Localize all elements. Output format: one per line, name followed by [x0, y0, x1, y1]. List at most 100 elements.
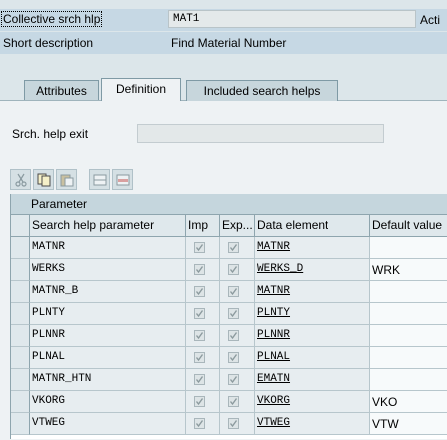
header-row-search-help: Collective srch hlp MAT1 Acti: [0, 9, 447, 31]
search-help-parameter-cell[interactable]: PLNAL: [30, 347, 186, 369]
search-help-parameter-cell[interactable]: MATNR_B: [30, 281, 186, 303]
row-selector[interactable]: [11, 325, 30, 347]
search-help-parameter-cell[interactable]: PLNNR: [30, 325, 186, 347]
data-element-link[interactable]: PLNAL: [257, 351, 290, 363]
imp-checkbox[interactable]: [194, 308, 205, 319]
default-value-cell[interactable]: [370, 347, 447, 369]
search-help-parameter-value: VKORG: [32, 395, 66, 407]
imp-checkbox[interactable]: [194, 352, 205, 363]
default-value-text: WRK: [372, 263, 400, 277]
exp-checkbox[interactable]: [228, 308, 239, 319]
data-element-link[interactable]: VKORG: [257, 395, 290, 407]
imp-checkbox[interactable]: [194, 330, 205, 341]
data-element-cell[interactable]: MATNR: [255, 281, 370, 303]
table-row: WERKS WERKS_D WRK: [11, 259, 447, 281]
tab-attributes[interactable]: Attributes: [24, 80, 99, 101]
select-all-column-header[interactable]: [11, 215, 30, 236]
default-value-cell[interactable]: VTW: [370, 413, 447, 435]
imp-checkbox[interactable]: [194, 242, 205, 253]
data-element-cell[interactable]: WERKS_D: [255, 259, 370, 281]
imp-cell: [186, 237, 220, 259]
exp-checkbox[interactable]: [228, 330, 239, 341]
search-help-parameter-cell[interactable]: MATNR: [30, 237, 186, 259]
data-element-cell[interactable]: VKORG: [255, 391, 370, 413]
data-element-cell[interactable]: MATNR: [255, 237, 370, 259]
default-value-cell[interactable]: VKO: [370, 391, 447, 413]
default-value-cell[interactable]: [370, 325, 447, 347]
row-selector[interactable]: [11, 237, 30, 259]
search-help-parameter-cell[interactable]: VKORG: [30, 391, 186, 413]
search-help-parameter-cell[interactable]: VTWEG: [30, 413, 186, 435]
imp-checkbox[interactable]: [194, 286, 205, 297]
column-header-search-help-parameter[interactable]: Search help parameter: [30, 215, 186, 236]
data-element-link[interactable]: PLNTY: [257, 307, 290, 319]
search-help-parameter-cell[interactable]: PLNTY: [30, 303, 186, 325]
delete-row-icon: [116, 174, 130, 186]
data-element-link[interactable]: PLNNR: [257, 329, 290, 341]
column-header-default-value[interactable]: Default value: [370, 215, 447, 236]
header-row-short-description: Short description Find Material Number: [0, 32, 447, 54]
cut-button[interactable]: [10, 169, 31, 190]
delete-row-button[interactable]: [112, 169, 133, 190]
default-value-cell[interactable]: [370, 303, 447, 325]
row-selector[interactable]: [11, 347, 30, 369]
data-element-link[interactable]: WERKS_D: [257, 263, 303, 275]
collective-search-help-field[interactable]: MAT1: [168, 10, 416, 28]
tab-attributes-label: Attributes: [36, 84, 87, 98]
parameter-group-header: Parameter: [11, 194, 447, 215]
default-value-cell[interactable]: [370, 237, 447, 259]
row-selector[interactable]: [11, 369, 30, 391]
short-description-value: Find Material Number: [171, 36, 287, 50]
exp-checkbox[interactable]: [228, 242, 239, 253]
tab-included-search-helps[interactable]: Included search helps: [186, 80, 338, 101]
paste-button[interactable]: [56, 169, 77, 190]
exp-checkbox[interactable]: [228, 352, 239, 363]
data-element-cell[interactable]: EMATN: [255, 369, 370, 391]
search-help-parameter-cell[interactable]: MATNR_HTN: [30, 369, 186, 391]
row-selector[interactable]: [11, 413, 30, 435]
exp-checkbox[interactable]: [228, 396, 239, 407]
default-value-cell[interactable]: WRK: [370, 259, 447, 281]
imp-cell: [186, 281, 220, 303]
row-selector[interactable]: [11, 391, 30, 413]
search-help-exit-input[interactable]: [137, 124, 384, 143]
imp-checkbox[interactable]: [194, 396, 205, 407]
insert-row-button[interactable]: [89, 169, 110, 190]
default-value-cell[interactable]: [370, 369, 447, 391]
row-selector[interactable]: [11, 259, 30, 281]
default-value-text: VTW: [372, 417, 399, 431]
data-element-cell[interactable]: PLNTY: [255, 303, 370, 325]
tab-definition[interactable]: Definition: [101, 78, 181, 101]
default-value-text: VKO: [372, 395, 398, 409]
imp-checkbox[interactable]: [194, 264, 205, 275]
data-element-link[interactable]: MATNR: [257, 285, 290, 297]
column-header-exp[interactable]: Exp...: [220, 215, 255, 236]
search-help-parameter-cell[interactable]: WERKS: [30, 259, 186, 281]
exp-checkbox[interactable]: [228, 264, 239, 275]
exp-checkbox[interactable]: [228, 374, 239, 385]
short-description-label: Short description: [3, 36, 94, 50]
imp-checkbox[interactable]: [194, 418, 205, 429]
insert-row-icon: [93, 174, 107, 186]
exp-checkbox[interactable]: [228, 286, 239, 297]
column-header-imp[interactable]: Imp: [186, 215, 220, 236]
data-element-cell[interactable]: VTWEG: [255, 413, 370, 435]
default-value-cell[interactable]: [370, 281, 447, 303]
data-element-link[interactable]: VTWEG: [257, 417, 290, 429]
table-row: VKORG VKORG VKO: [11, 391, 447, 413]
exp-checkbox[interactable]: [228, 418, 239, 429]
data-element-cell[interactable]: PLNAL: [255, 347, 370, 369]
data-element-cell[interactable]: PLNNR: [255, 325, 370, 347]
row-selector[interactable]: [11, 281, 30, 303]
data-element-link[interactable]: EMATN: [257, 373, 290, 385]
copy-button[interactable]: [33, 169, 54, 190]
column-header-data-element[interactable]: Data element: [255, 215, 370, 236]
data-element-link[interactable]: MATNR: [257, 241, 290, 253]
exp-cell: [220, 281, 255, 303]
imp-cell: [186, 369, 220, 391]
row-selector[interactable]: [11, 303, 30, 325]
exp-cell: [220, 325, 255, 347]
imp-checkbox[interactable]: [194, 374, 205, 385]
exp-cell: [220, 237, 255, 259]
parameter-table: Parameter Search help parameter Imp Exp.…: [10, 194, 447, 439]
